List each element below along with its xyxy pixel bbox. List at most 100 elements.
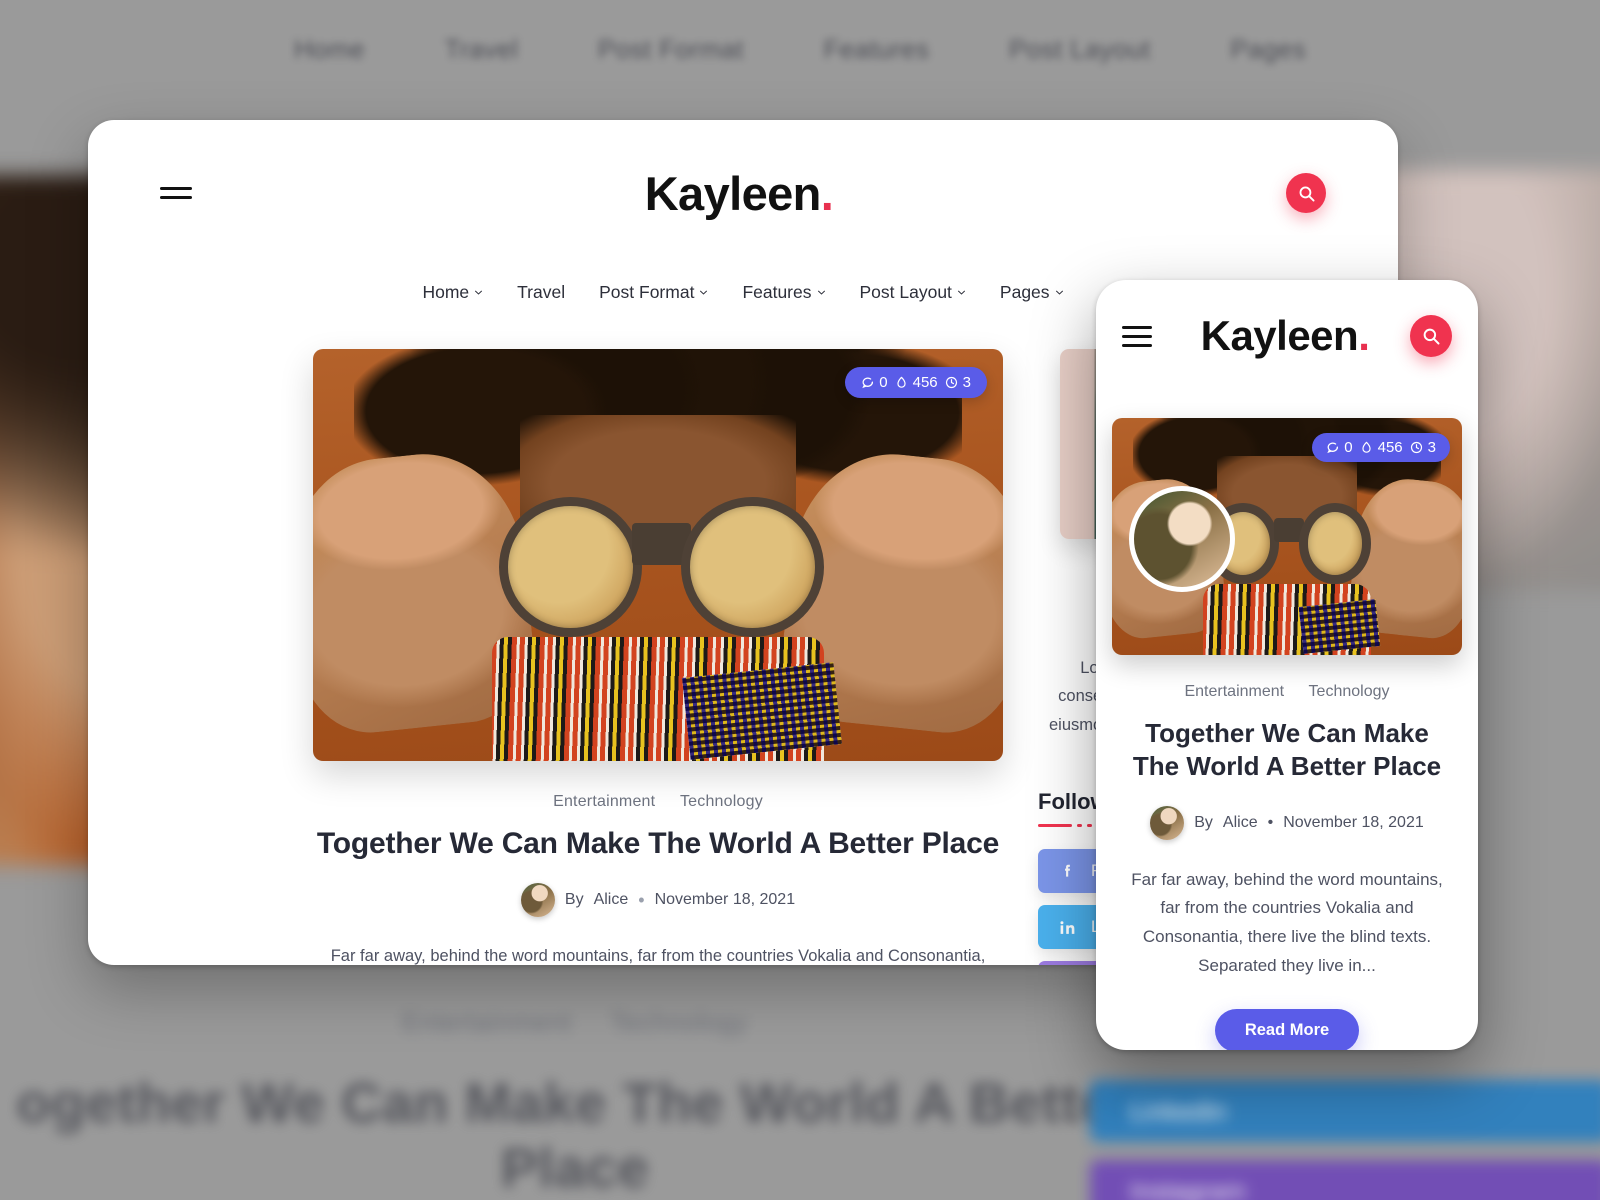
mobile-header: Kayleen.	[1096, 280, 1478, 366]
mobile-post-stats-badge: 0 456 3	[1312, 433, 1450, 462]
background-nav: Home Travel Post Format Features Post La…	[0, 34, 1600, 65]
category-link-technology[interactable]: Technology	[680, 793, 763, 810]
background-nav-item: Home	[293, 34, 365, 64]
hamburger-bar	[1122, 343, 1152, 347]
read-time-value: 3	[1427, 439, 1436, 456]
post-stats-badge: 0 456 3	[845, 367, 987, 398]
background-category: Technology	[610, 1007, 748, 1037]
comment-icon	[1327, 442, 1339, 454]
background-nav-item: Travel	[444, 34, 519, 64]
background-article-categories: Entertainment Technology	[0, 1007, 1150, 1038]
category-link-technology[interactable]: Technology	[1309, 683, 1390, 700]
nav-item-features[interactable]: Features	[742, 282, 825, 303]
nav-item-home[interactable]: Home	[422, 282, 483, 303]
comment-count: 0	[1344, 439, 1353, 456]
search-icon	[1299, 186, 1315, 202]
post-date: November 18, 2021	[1283, 813, 1424, 831]
avatar	[520, 883, 555, 917]
clock-icon	[945, 376, 957, 389]
post-author[interactable]: Alice	[594, 891, 629, 909]
hamburger-bar	[160, 187, 192, 190]
meta-separator: •	[1267, 813, 1274, 831]
linkedin-icon	[1060, 920, 1075, 934]
background-article-title: ogether We Can Make The World A Better P…	[16, 1071, 1134, 1199]
like-stat: 456	[895, 374, 938, 391]
chevron-down-icon	[957, 290, 965, 295]
background-nav-item: Pages	[1230, 34, 1307, 64]
avatar	[1150, 805, 1185, 840]
author-prefix: By	[1194, 813, 1213, 831]
background-nav-item: Features	[823, 34, 930, 64]
facebook-icon	[1065, 864, 1070, 877]
mobile-post-title[interactable]: Together We Can Make The World A Better …	[1124, 717, 1450, 784]
post-featured-image[interactable]: 0 456 3	[313, 349, 1003, 761]
comment-stat: 0	[1326, 439, 1353, 456]
screenshot-stage: Home Travel Post Format Features Post La…	[0, 0, 1600, 1200]
meta-separator: •	[638, 890, 645, 910]
mobile-read-more-wrap: Read More	[1096, 1009, 1478, 1050]
read-time-stat: 3	[945, 374, 971, 391]
hamburger-bar	[1122, 334, 1152, 338]
post-title[interactable]: Together We Can Make The World A Better …	[313, 827, 1003, 861]
like-stat: 456	[1360, 439, 1403, 456]
category-link-entertainment[interactable]: Entertainment	[1184, 683, 1284, 700]
chevron-down-icon	[700, 290, 708, 295]
author-card-avatar	[1129, 486, 1235, 592]
flame-icon	[1362, 441, 1371, 453]
read-time-stat: 3	[1410, 439, 1436, 456]
nav-item-pages[interactable]: Pages	[1000, 282, 1064, 303]
mobile-post-excerpt: Far far away, behind the word mountains,…	[1131, 869, 1443, 976]
logo-dot: .	[1358, 312, 1370, 359]
background-nav-item: Post Layout	[1008, 34, 1151, 64]
desktop-main-column: 0 456 3 Entertainment Technology Togethe…	[88, 349, 1008, 965]
like-count: 456	[1377, 439, 1403, 456]
search-button[interactable]	[1410, 315, 1452, 357]
hamburger-icon[interactable]	[160, 181, 192, 205]
hamburger-bar	[1122, 325, 1152, 329]
site-logo[interactable]: Kayleen.	[1152, 315, 1410, 357]
nav-item-label: Post Layout	[859, 282, 952, 302]
logo-text: Kayleen	[644, 166, 822, 220]
logo-text: Kayleen	[1200, 312, 1359, 359]
comment-stat: 0	[861, 374, 888, 391]
search-icon	[1423, 328, 1440, 345]
nav-item-label: Post Format	[599, 282, 695, 302]
post-categories: Entertainment Technology	[313, 793, 1003, 811]
post-excerpt: Far far away, behind the word mountains,…	[330, 947, 986, 965]
chevron-down-icon	[1055, 290, 1063, 295]
like-count: 456	[912, 374, 938, 391]
search-button[interactable]	[1286, 173, 1326, 213]
comment-count: 0	[879, 374, 888, 391]
mobile-post-categories: Entertainment Technology	[1096, 683, 1478, 701]
background-article: Entertainment Technology ogether We Can …	[0, 975, 1150, 1200]
nav-item-post-format[interactable]: Post Format	[599, 282, 708, 303]
mobile-mockup: Kayleen. 0 456 3 Entertainment Technolog…	[1096, 280, 1478, 1050]
comment-icon	[862, 377, 874, 389]
post-date: November 18, 2021	[654, 891, 796, 908]
mobile-post-meta: By Alice • November 18, 2021	[1096, 805, 1478, 840]
nav-item-post-layout[interactable]: Post Layout	[860, 282, 966, 303]
hamburger-bar	[160, 196, 192, 199]
background-socials: Linkedin Instagram	[1090, 1080, 1600, 1200]
nav-item-label: Features	[742, 282, 812, 302]
read-time-value: 3	[962, 374, 971, 391]
post-author[interactable]: Alice	[1223, 814, 1258, 832]
desktop-header: Kayleen.	[88, 120, 1398, 230]
nav-item-label: Travel	[517, 282, 566, 302]
post-meta: By Alice • November 18, 2021	[313, 883, 1003, 917]
hamburger-icon[interactable]	[1122, 320, 1152, 353]
nav-item-label: Pages	[999, 282, 1050, 302]
site-logo[interactable]: Kayleen.	[192, 170, 1286, 217]
read-more-button[interactable]: Read More	[1214, 1009, 1360, 1050]
clock-icon	[1410, 441, 1422, 454]
chevron-down-icon	[475, 290, 483, 295]
flame-icon	[897, 376, 906, 388]
background-nav-item: Post Format	[597, 34, 744, 64]
logo-dot: .	[820, 166, 834, 220]
nav-item-label: Home	[422, 282, 470, 302]
background-category: Entertainment	[402, 1007, 572, 1037]
hero-photo	[313, 349, 1003, 761]
nav-item-travel[interactable]: Travel	[517, 282, 565, 303]
background-social-linkedin: Linkedin	[1090, 1080, 1600, 1142]
category-link-entertainment[interactable]: Entertainment	[553, 793, 655, 810]
